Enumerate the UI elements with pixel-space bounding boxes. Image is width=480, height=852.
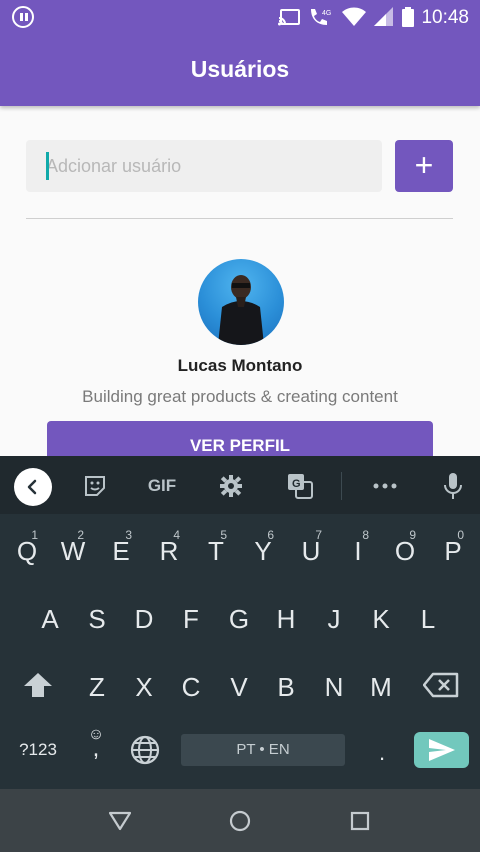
text-cursor <box>46 152 49 180</box>
backspace-icon[interactable] <box>422 672 460 702</box>
more-icon[interactable] <box>369 470 401 502</box>
key-l[interactable]: L <box>413 604 443 635</box>
pause-icon <box>12 6 34 28</box>
avatar-person-image <box>218 275 264 345</box>
key-u[interactable]: U7 <box>296 528 326 567</box>
key-q[interactable]: Q1 <box>12 528 42 567</box>
key-m[interactable]: M <box>366 672 396 703</box>
toolbar-separator <box>341 472 342 500</box>
svg-text:G: G <box>292 478 301 490</box>
wifi-calling-icon: 4G <box>311 9 331 25</box>
language-globe-icon[interactable] <box>130 735 160 765</box>
key-k[interactable]: K <box>366 604 396 635</box>
key-e[interactable]: E3 <box>106 528 136 567</box>
signal-icon <box>374 7 393 26</box>
key-h[interactable]: H <box>271 604 301 635</box>
svg-text:4G: 4G <box>322 10 331 17</box>
profile-bio: Building great products & creating conte… <box>82 387 398 406</box>
key-w[interactable]: W2 <box>58 528 88 567</box>
avatar <box>198 259 284 345</box>
wifi-icon <box>342 7 366 26</box>
battery-icon <box>402 7 414 27</box>
symbols-key[interactable]: ?123 <box>12 740 64 760</box>
translate-icon[interactable]: G <box>284 470 316 502</box>
key-v[interactable]: V <box>224 672 254 703</box>
key-i[interactable]: I8 <box>343 528 373 567</box>
add-user-input[interactable] <box>26 140 382 192</box>
keyboard: GIF G Q1 W2 E3 R4 T5 Y6 U7 I8 O9 P0 A S … <box>0 456 480 789</box>
home-icon[interactable] <box>228 809 252 833</box>
key-s[interactable]: S <box>82 604 112 635</box>
period-key[interactable]: . <box>368 740 396 766</box>
key-z[interactable]: Z <box>82 672 112 703</box>
divider <box>26 218 453 219</box>
settings-icon[interactable] <box>215 470 247 502</box>
recents-icon[interactable] <box>348 809 372 833</box>
cast-icon <box>278 9 300 26</box>
gif-icon[interactable]: GIF <box>142 470 182 502</box>
send-key[interactable] <box>414 732 469 768</box>
keyboard-toolbar: GIF G <box>0 456 480 514</box>
add-user-field[interactable] <box>26 140 382 192</box>
key-p[interactable]: P0 <box>438 528 468 567</box>
key-f[interactable]: F <box>176 604 206 635</box>
key-n[interactable]: N <box>319 672 349 703</box>
status-bar: 4G 10:48 <box>0 0 480 34</box>
navigation-bar <box>0 789 480 852</box>
comma-key[interactable]: ☺ , <box>84 727 108 761</box>
collapse-icon[interactable] <box>14 468 52 506</box>
send-icon <box>428 739 455 761</box>
key-r[interactable]: R4 <box>154 528 184 567</box>
key-g[interactable]: G <box>224 604 254 635</box>
shift-icon[interactable] <box>22 672 54 702</box>
app-bar: 4G 10:48 Usuários <box>0 0 480 106</box>
sticker-icon[interactable] <box>79 470 111 502</box>
key-c[interactable]: C <box>176 672 206 703</box>
status-time: 10:48 <box>421 7 469 28</box>
key-b[interactable]: B <box>271 672 301 703</box>
key-y[interactable]: Y6 <box>248 528 278 567</box>
key-o[interactable]: O9 <box>390 528 420 567</box>
key-d[interactable]: D <box>129 604 159 635</box>
key-t[interactable]: T5 <box>201 528 231 567</box>
space-bar[interactable]: PT • EN <box>181 734 345 766</box>
page-title: Usuários <box>190 56 290 82</box>
key-a[interactable]: A <box>35 604 65 635</box>
profile-name: Lucas Montano <box>177 356 303 375</box>
back-icon[interactable] <box>108 809 132 833</box>
add-user-button[interactable]: + <box>395 140 453 192</box>
mic-icon[interactable] <box>437 470 469 502</box>
key-j[interactable]: J <box>319 604 349 635</box>
key-x[interactable]: X <box>129 672 159 703</box>
